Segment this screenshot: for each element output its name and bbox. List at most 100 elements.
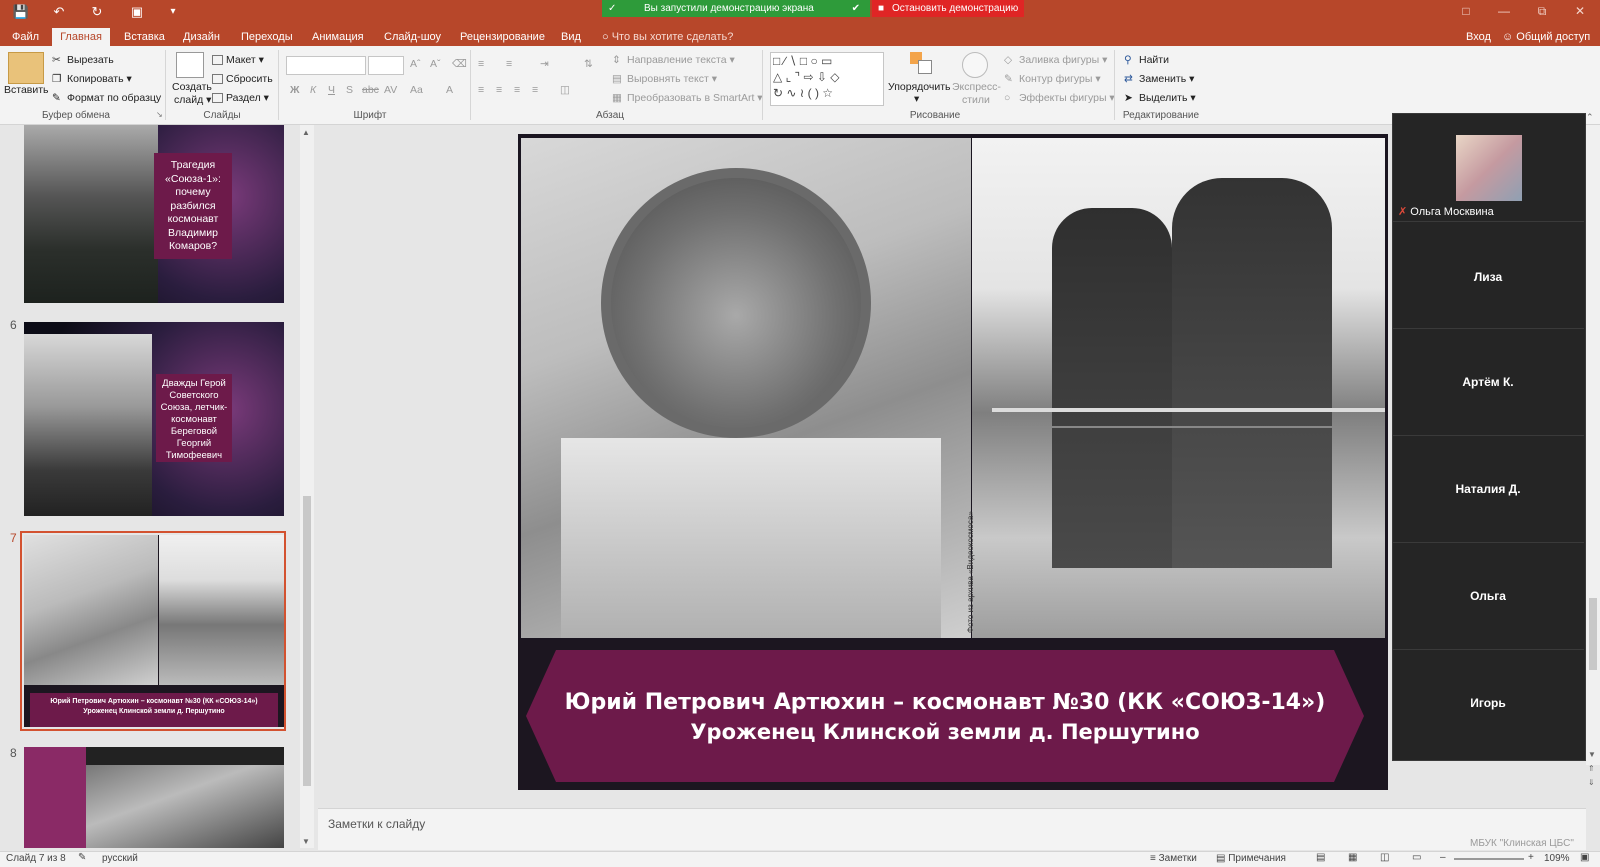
slide-sorter-icon[interactable]: ▦ [1348,852,1357,863]
zoom-out-icon[interactable]: – [1440,852,1446,863]
bold-icon[interactable]: Ж [290,84,300,96]
quick-styles-button-line2[interactable]: стили [962,94,990,106]
line-spacing-icon[interactable]: ⇅ [584,58,593,70]
tell-me-search[interactable]: ○ Что вы хотите сделать? [602,28,733,46]
dialog-launcher-icon[interactable]: ↘ [156,110,163,119]
indent-icon[interactable]: ⇥ [540,58,549,70]
tab-home[interactable]: Главная [52,28,110,46]
shape-fill-button[interactable]: ◇ Заливка фигуры ▾ [1004,54,1107,66]
scroll-up-icon[interactable]: ▲ [302,128,310,137]
strikethrough-icon[interactable]: abc [362,84,379,96]
scroll-down-icon[interactable]: ▼ [1588,750,1596,759]
select-button[interactable]: ➤ Выделить ▾ [1124,92,1196,104]
fit-to-window-icon[interactable]: ▣ [1580,852,1589,863]
section-button[interactable]: Раздел ▾ [212,92,269,104]
slide-caption-line2[interactable]: Уроженец Клинской земли д. Першутино [540,720,1350,744]
thumbnail-scroll-thumb[interactable] [303,496,311,786]
quick-styles-button[interactable]: Экспресс- [952,81,1001,93]
tab-insert[interactable]: Вставка [124,28,165,46]
font-name-dropdown[interactable] [286,56,366,75]
comments-toggle[interactable]: ▤ Примечания [1216,853,1286,864]
participant-tile[interactable]: ✗ Ольга Москвина [1392,113,1584,222]
grow-font-icon[interactable]: Aˆ [410,58,421,70]
quick-styles-icon[interactable] [962,52,988,78]
tab-slideshow[interactable]: Слайд-шоу [384,28,441,46]
participant-tile[interactable]: Артём К. [1392,329,1584,436]
char-spacing-icon[interactable]: AV [384,84,397,96]
font-size-dropdown[interactable] [368,56,404,75]
new-slide-button-line2[interactable]: слайд ▾ [174,94,211,106]
change-case-icon[interactable]: Aa [410,84,423,96]
find-button[interactable]: ⚲ Найти [1124,54,1169,66]
notes-toggle[interactable]: ≡ Заметки [1150,853,1197,864]
clear-format-icon[interactable]: ⌫ [452,58,467,70]
shape-effects-button[interactable]: ○ Эффекты фигуры ▾ [1004,92,1115,104]
align-left-icon[interactable]: ≡ [478,84,484,96]
zoom-slider[interactable] [1454,858,1524,860]
stop-share-button[interactable]: ■ Остановить демонстрацию [872,0,1024,17]
replace-button[interactable]: ⇄ Заменить ▾ [1124,73,1194,85]
tab-review[interactable]: Рецензирование [460,28,545,46]
customize-qat-icon[interactable]: ▾ [164,3,182,21]
participant-tile[interactable]: Наталия Д. [1392,436,1584,543]
collapse-ribbon-icon[interactable]: ⌃ [1586,112,1594,123]
arrange-dropdown-icon[interactable]: ▾ [914,93,919,105]
font-color-icon[interactable]: A [446,84,453,96]
paste-button[interactable]: Вставить [4,84,49,96]
reset-button[interactable]: Сбросить [212,73,273,85]
scroll-down-icon[interactable]: ▼ [302,837,310,846]
numbering-icon[interactable]: ≡ [506,58,512,70]
zoom-in-icon[interactable]: + [1528,852,1534,863]
participant-tile[interactable]: Лиза [1392,222,1584,329]
slide-caption-line1[interactable]: Юрий Петрович Артюхин – космонавт №30 (К… [540,690,1350,715]
layout-button[interactable]: Макет ▾ [212,54,264,66]
normal-view-icon[interactable]: ▤ [1316,852,1325,863]
cosmonauts-waving-photo[interactable]: Фото из архива «Видеокосмоса» [966,138,1385,638]
tab-animations[interactable]: Анимация [312,28,364,46]
previous-slide-icon[interactable]: ⇑ [1588,764,1595,773]
participant-tile[interactable]: Ольга [1392,543,1584,650]
undo-icon[interactable]: ↶ [50,3,68,21]
next-slide-icon[interactable]: ⇓ [1588,778,1595,787]
language-indicator[interactable]: русский [102,853,138,864]
tab-transitions[interactable]: Переходы [241,28,293,46]
columns-icon[interactable]: ◫ [560,84,570,96]
cosmonaut-spacesuit-photo[interactable] [521,138,971,638]
ribbon-display-icon[interactable]: □ [1456,4,1476,20]
signin-link[interactable]: Вход [1466,28,1491,46]
spellcheck-icon[interactable]: ✎ [78,852,86,863]
share-button[interactable]: ☺ Общий доступ [1502,28,1590,46]
italic-icon[interactable]: К [310,84,316,96]
tab-design[interactable]: Дизайн [183,28,220,46]
slide-thumbnail-8[interactable] [24,747,284,848]
slide-thumbnail-7[interactable]: Юрий Петрович Артюхин – космонавт №30 (К… [24,535,284,727]
new-slide-icon[interactable] [176,52,204,78]
notes-pane[interactable]: Заметки к слайду [318,808,1586,850]
arrange-button[interactable]: Упорядочить [888,81,950,93]
close-icon[interactable]: ✕ [1570,4,1590,20]
shapes-gallery[interactable]: □ ∕ ∖ □ ○ ▭ △ ⌞ ⌝ ⇨ ⇩ ◇ ↻ ∿ ≀ ( ) ☆ [770,52,884,106]
new-slide-button[interactable]: Создать [172,81,212,93]
justify-icon[interactable]: ≡ [532,84,538,96]
cut-button[interactable]: ✂ Вырезать [52,54,114,66]
align-right-icon[interactable]: ≡ [514,84,520,96]
slide-thumbnail-6[interactable]: Дважды Герой Советского Союза, летчик-ко… [24,322,284,516]
arrange-icon[interactable] [910,52,932,76]
minimize-icon[interactable]: — [1494,4,1514,20]
slide-thumbnail-5[interactable]: Трагедия «Союза-1»: почему разбился косм… [24,125,284,303]
slideshow-view-icon[interactable]: ▭ [1412,852,1421,863]
redo-icon[interactable]: ↻ [88,3,106,21]
shadow-icon[interactable]: S [346,84,353,96]
slide-scroll-thumb[interactable] [1589,598,1597,670]
reading-view-icon[interactable]: ◫ [1380,852,1389,863]
participant-tile[interactable]: Игорь [1392,650,1584,758]
smartart-button[interactable]: ▦ Преобразовать в SmartArt ▾ [612,92,763,104]
bullets-icon[interactable]: ≡ [478,58,484,70]
zoom-level[interactable]: 109% [1544,853,1570,864]
format-painter-button[interactable]: ✎ Формат по образцу [52,92,161,104]
align-center-icon[interactable]: ≡ [496,84,502,96]
restore-icon[interactable]: ⧉ [1532,4,1552,20]
copy-button[interactable]: ❐ Копировать ▾ [52,73,132,85]
shrink-font-icon[interactable]: Aˇ [430,58,441,70]
presentation-start-icon[interactable]: ▣ [128,3,146,21]
